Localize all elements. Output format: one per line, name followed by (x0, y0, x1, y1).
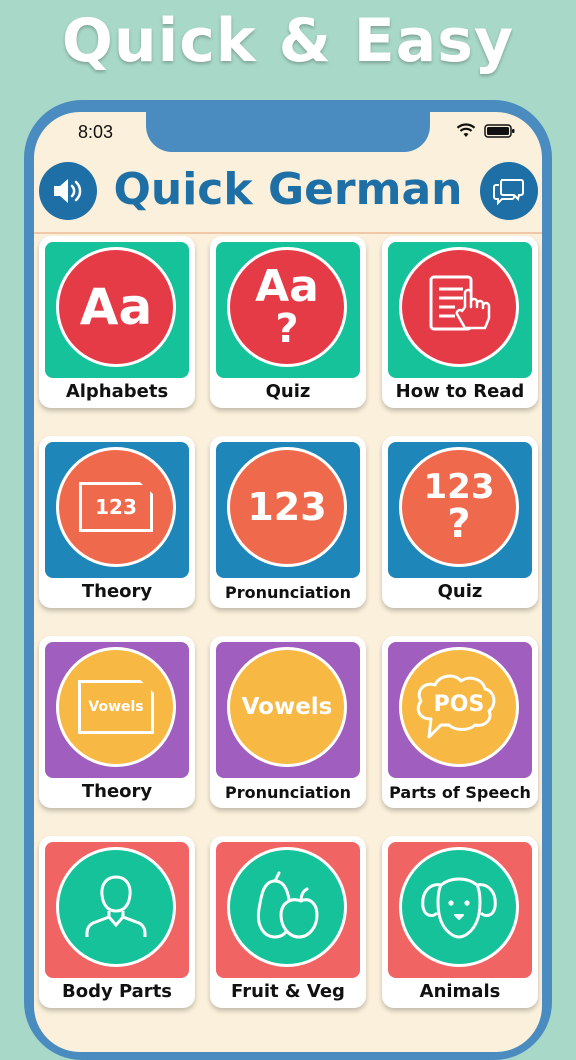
card-label: Alphabets (65, 381, 169, 402)
card-label: Quiz (265, 381, 311, 402)
card-label: Quiz (437, 581, 483, 602)
app-screen: 8:03 Quick German Aa Alphabets Aa ? Quiz… (34, 112, 542, 1052)
fruit-icon (227, 847, 347, 967)
card-label: How to Read (395, 381, 525, 402)
number-icon: 123 (227, 447, 347, 567)
promo-headline: Quick & Easy (61, 6, 515, 76)
card-vowels-theory[interactable]: Vowels Theory (39, 636, 195, 808)
card-how-to-read[interactable]: How to Read (382, 236, 538, 408)
chat-bubbles-icon (493, 179, 524, 206)
card-number-pronunciation[interactable]: 123 Pronunciation (210, 436, 366, 608)
card-label: Theory (81, 581, 153, 602)
vowels-icon: Vowels (227, 647, 347, 767)
number-card-icon: 123 (56, 447, 176, 567)
card-alphabets[interactable]: Aa Alphabets (39, 236, 195, 408)
card-label: Pronunciation (224, 583, 352, 602)
card-number-theory[interactable]: 123 Theory (39, 436, 195, 608)
card-animals[interactable]: Animals (382, 836, 538, 1008)
feedback-button[interactable] (480, 162, 538, 220)
status-time: 8:03 (78, 122, 114, 142)
alphabet-quiz-icon: Aa ? (227, 247, 347, 367)
card-label: Theory (81, 781, 153, 802)
status-icons (456, 123, 516, 139)
dog-icon (399, 847, 519, 967)
header-divider (34, 232, 542, 234)
person-icon (56, 847, 176, 967)
speech-bubble-icon: POS (399, 647, 519, 767)
card-fruit-veg[interactable]: Fruit & Veg (210, 836, 366, 1008)
wifi-icon (456, 123, 476, 137)
alphabet-icon: Aa (56, 247, 176, 367)
document-hand-icon (399, 247, 519, 367)
card-label: Fruit & Veg (231, 981, 345, 1002)
vowels-card-icon: Vowels (56, 647, 176, 767)
app-title: Quick German (113, 164, 463, 215)
phone-notch (146, 112, 430, 152)
card-label: Parts of Speech (389, 783, 531, 802)
card-parts-of-speech[interactable]: POS Parts of Speech (382, 636, 538, 808)
card-vowels-pronunciation[interactable]: Vowels Pronunciation (210, 636, 366, 808)
card-alphabet-quiz[interactable]: Aa ? Quiz (210, 236, 366, 408)
number-quiz-icon: 123 ? (399, 447, 519, 567)
card-body-parts[interactable]: Body Parts (39, 836, 195, 1008)
card-number-quiz[interactable]: 123 ? Quiz (382, 436, 538, 608)
battery-icon (484, 124, 515, 138)
card-label: Pronunciation (224, 783, 352, 802)
card-label: Animals (419, 981, 501, 1002)
card-label: Body Parts (61, 981, 173, 1002)
